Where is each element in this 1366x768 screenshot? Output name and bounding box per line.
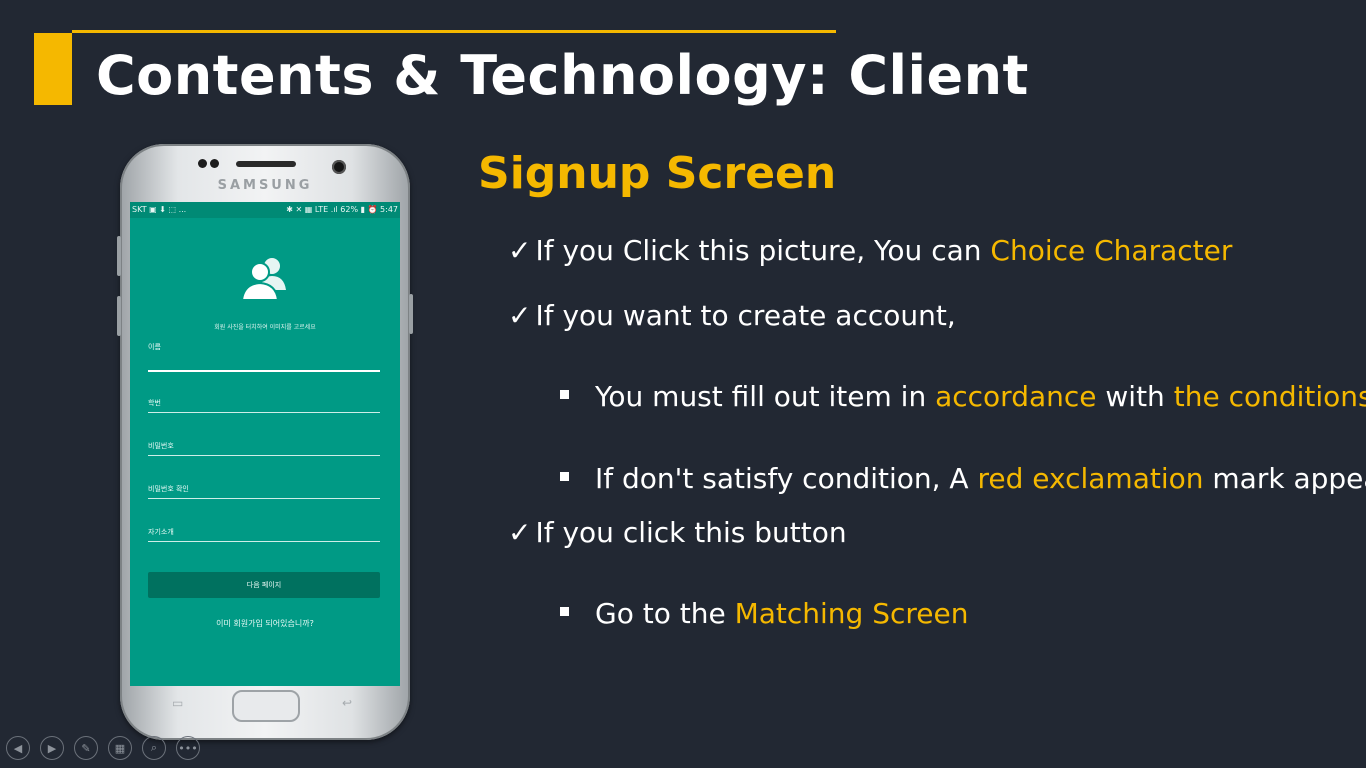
phone-mockup: SAMSUNG SKT ▣ ⬇ ⬚ ... ✱ ✕ ▦ LTE .ıl 62% … (117, 144, 413, 740)
title-accent-bar (34, 33, 72, 105)
check-icon: ✓ (508, 516, 532, 549)
password-field[interactable]: 비밀번호 (148, 441, 380, 456)
check-icon: ✓ (508, 299, 532, 332)
bullet-red-exclamation: If don't satisfy condition, A red exclam… (560, 462, 1366, 495)
front-camera-icon (332, 160, 346, 174)
point-create-account: ✓ If you want to create account, (508, 299, 956, 332)
highlight-text: accordance (935, 380, 1097, 413)
prev-icon[interactable]: ◀ (6, 736, 30, 760)
back-icon: ↩ (342, 696, 353, 710)
highlight-text: the conditions (1173, 380, 1366, 413)
bullet-square-icon (560, 606, 569, 616)
bullet-square-icon (560, 389, 569, 399)
already-registered-link[interactable]: 이미 회원가입 되어있습니까? (130, 618, 400, 629)
phone-screen: SKT ▣ ⬇ ⬚ ... ✱ ✕ ▦ LTE .ıl 62% ▮ ⏰ 5:47… (130, 202, 400, 686)
title-top-rule (72, 30, 836, 33)
check-icon: ✓ (508, 234, 532, 267)
sensor-icon (198, 159, 207, 168)
phone-brand: SAMSUNG (217, 178, 313, 193)
avatar-picker-icon[interactable] (240, 256, 292, 302)
student-id-field[interactable]: 학번 (148, 398, 380, 413)
bullet-text: If don't satisfy condition, A (595, 462, 978, 495)
next-page-button[interactable]: 다음 페이지 (148, 572, 380, 598)
highlight-text: red exclamation (977, 462, 1204, 495)
recent-apps-icon: ▭ (172, 696, 184, 710)
section-title: Signup Screen (478, 148, 837, 199)
next-icon[interactable]: ▶ (40, 736, 64, 760)
bullet-square-icon (560, 471, 569, 481)
zoom-icon[interactable]: ⌕ (142, 736, 166, 760)
volume-button (117, 236, 121, 276)
home-button (232, 690, 300, 722)
point-text: If you click this button (535, 516, 847, 549)
photo-hint-text: 회원 사진을 터치하여 이미지를 고르세요 (214, 324, 316, 331)
name-field[interactable]: 이름 (148, 342, 380, 372)
bullet-fill-conditions: You must fill out item in accordance wit… (560, 380, 1366, 413)
status-right: ✱ ✕ ▦ LTE .ıl 62% ▮ ⏰ 5:47 (286, 205, 398, 214)
password-confirm-field[interactable]: 비밀번호 확인 (148, 484, 380, 499)
pen-icon[interactable]: ✎ (74, 736, 98, 760)
highlight-text: Choice Character (990, 234, 1233, 267)
power-button (409, 294, 413, 334)
status-bar: SKT ▣ ⬇ ⬚ ... ✱ ✕ ▦ LTE .ıl 62% ▮ ⏰ 5:47 (130, 202, 400, 218)
volume-button (117, 296, 121, 336)
more-icon[interactable]: ••• (176, 736, 200, 760)
earpiece-speaker (236, 161, 296, 167)
slides-icon[interactable]: ▦ (108, 736, 132, 760)
bullet-text: with (1096, 380, 1174, 413)
point-choose-character: ✓ If you Click this picture, You can Choi… (508, 234, 1232, 267)
highlight-text: Matching Screen (734, 597, 969, 630)
point-click-button: ✓ If you click this button (508, 516, 847, 549)
point-text: If you want to create account, (535, 299, 956, 332)
sensor-icon (210, 159, 219, 168)
slide-title: Contents & Technology: Client (96, 44, 1029, 107)
point-text: If you Click this picture, You can (535, 234, 991, 267)
bullet-text: Go to the (595, 597, 735, 630)
status-left: SKT ▣ ⬇ ⬚ ... (132, 205, 187, 214)
self-intro-field[interactable]: 자기소개 (148, 527, 380, 542)
bullet-text: You must fill out item in (595, 380, 936, 413)
presentation-toolbar: ◀ ▶ ✎ ▦ ⌕ ••• (6, 736, 200, 760)
bullet-text: mark appears. (1212, 462, 1366, 495)
bullet-matching-screen: Go to the Matching Screen (560, 597, 969, 630)
